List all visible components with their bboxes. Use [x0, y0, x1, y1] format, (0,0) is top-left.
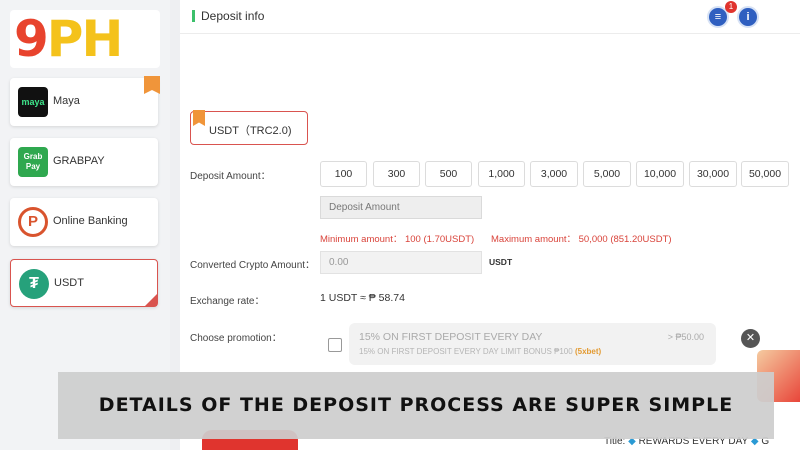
grabpay-icon: Grab Pay [18, 147, 48, 177]
usdt-icon-glyph: ₮ [29, 275, 39, 292]
amount-option-100[interactable]: 100 [320, 161, 367, 187]
maximum-amount: Maximum amount： 50,000 (851.20USDT) [491, 234, 672, 245]
selected-check-icon [145, 294, 157, 306]
grabpay-icon-text-2: Pay [25, 162, 41, 171]
amount-option-3000[interactable]: 3,000 [530, 161, 578, 187]
promotion-bet: (5xbet) [574, 347, 602, 356]
notification-badge: 1 [725, 1, 737, 13]
online-banking-icon [18, 207, 48, 237]
payment-method-usdt[interactable]: ₮ USDT [10, 259, 158, 307]
deposit-header: Deposit info ≡ 1 i [180, 0, 800, 34]
info-icon[interactable]: i [737, 6, 759, 28]
payment-method-label: GRABPAY [53, 155, 105, 167]
caption-text: DETAILS OF THE DEPOSIT PROCESS ARE SUPER… [98, 394, 734, 416]
amount-option-500[interactable]: 500 [425, 161, 472, 187]
hot-badge-icon [144, 76, 160, 94]
deposit-amount-input[interactable] [320, 196, 482, 219]
exchange-rate-value: 1 USDT ≈ ₱ 58.74 [320, 292, 405, 304]
converted-amount-label: Converted Crypto Amount： [190, 260, 316, 271]
amount-option-10000[interactable]: 10,000 [636, 161, 684, 187]
converted-amount-field: 0.00 [320, 251, 482, 274]
promotion-subtitle: 15% ON FIRST DEPOSIT EVERY DAY LIMIT BON… [359, 347, 601, 356]
grabpay-icon-text-1: Grab [23, 152, 43, 161]
converted-unit: USDT [489, 257, 513, 267]
promotion-checkbox[interactable] [328, 338, 342, 352]
amount-option-300[interactable]: 300 [373, 161, 420, 187]
promotion-amount: > ₱50.00 [667, 332, 704, 342]
currency-option-usdt-trc20[interactable]: USDT（TRC2.0) [190, 110, 308, 145]
promotion-label: Choose promotion： [190, 333, 282, 344]
payment-method-maya[interactable]: maya Maya [10, 76, 160, 126]
exchange-rate-label: Exchange rate： [190, 296, 265, 307]
minimum-amount: Minimum amount： 100 (1.70USDT) [320, 234, 475, 245]
payment-method-label: Maya [53, 95, 80, 107]
promotion-title: 15% ON FIRST DEPOSIT EVERY DAY [359, 331, 543, 343]
promotion-card[interactable]: 15% ON FIRST DEPOSIT EVERY DAY > ₱50.00 … [349, 323, 716, 365]
maya-icon: maya [18, 87, 48, 117]
payment-method-label: Online Banking [53, 215, 128, 227]
amount-option-50000[interactable]: 50,000 [741, 161, 789, 187]
currency-label: USDT（TRC2.0) [209, 125, 292, 137]
payment-method-label: USDT [54, 277, 84, 289]
deposit-amount-label: Deposit Amount： [190, 171, 271, 182]
logo-nine: 9 [14, 10, 49, 68]
usdt-icon: ₮ [19, 269, 49, 299]
logo-ph: PH [46, 10, 123, 68]
payment-method-grabpay[interactable]: Grab Pay GRABPAY [10, 138, 158, 186]
header-accent [192, 10, 195, 22]
payment-method-online-banking[interactable]: Online Banking [10, 198, 158, 246]
promotion-subtitle-text: 15% ON FIRST DEPOSIT EVERY DAY LIMIT BON… [359, 347, 573, 356]
brand-logo[interactable]: 9PH [10, 10, 160, 68]
amount-option-5000[interactable]: 5,000 [583, 161, 631, 187]
amount-option-30000[interactable]: 30,000 [689, 161, 737, 187]
amount-option-1000[interactable]: 1,000 [478, 161, 525, 187]
flag-icon [193, 110, 205, 126]
page-title: Deposit info [201, 9, 265, 23]
close-promotion-button[interactable]: ✕ [741, 329, 760, 348]
caption-banner: DETAILS OF THE DEPOSIT PROCESS ARE SUPER… [58, 372, 774, 439]
